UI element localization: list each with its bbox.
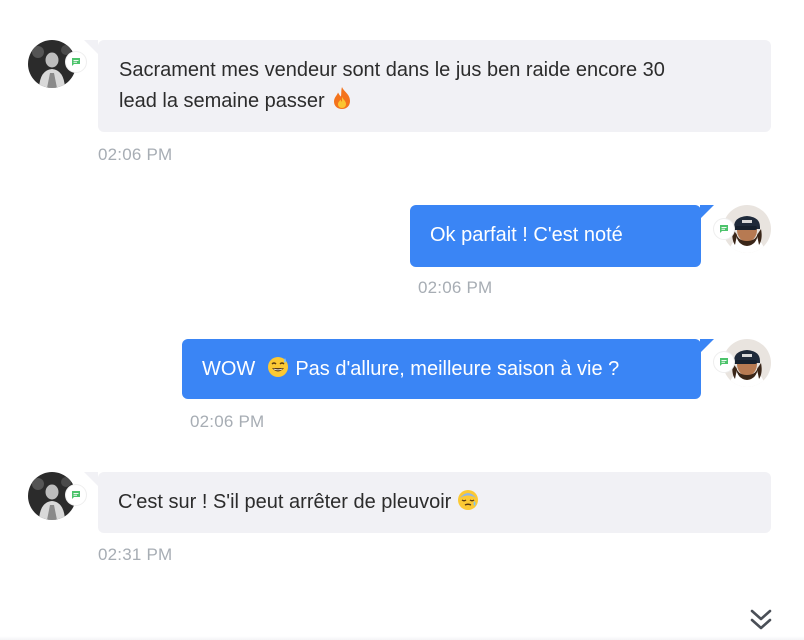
channel-badge — [66, 485, 86, 505]
chat-bubble-icon — [72, 491, 80, 499]
message-timestamp: 02:31 PM — [98, 545, 173, 564]
scroll-to-bottom-button[interactable] — [741, 602, 781, 638]
downcast-sweat-emoji — [457, 489, 479, 521]
double-chevron-down-icon — [750, 609, 772, 630]
message-text: C'est sur ! S'il peut arrêter de pleuvoi… — [118, 491, 452, 513]
bubble-tail — [84, 472, 98, 486]
composer-divider — [0, 636, 804, 640]
chat-thread: Sacrament mes vendeur sont dans le jus b… — [0, 0, 804, 640]
message-bubble: C'est sur ! S'il peut arrêter de pleuvoi… — [98, 472, 771, 533]
message-incoming: C'est sur ! S'il peut arrêter de pleuvoi… — [0, 0, 804, 580]
